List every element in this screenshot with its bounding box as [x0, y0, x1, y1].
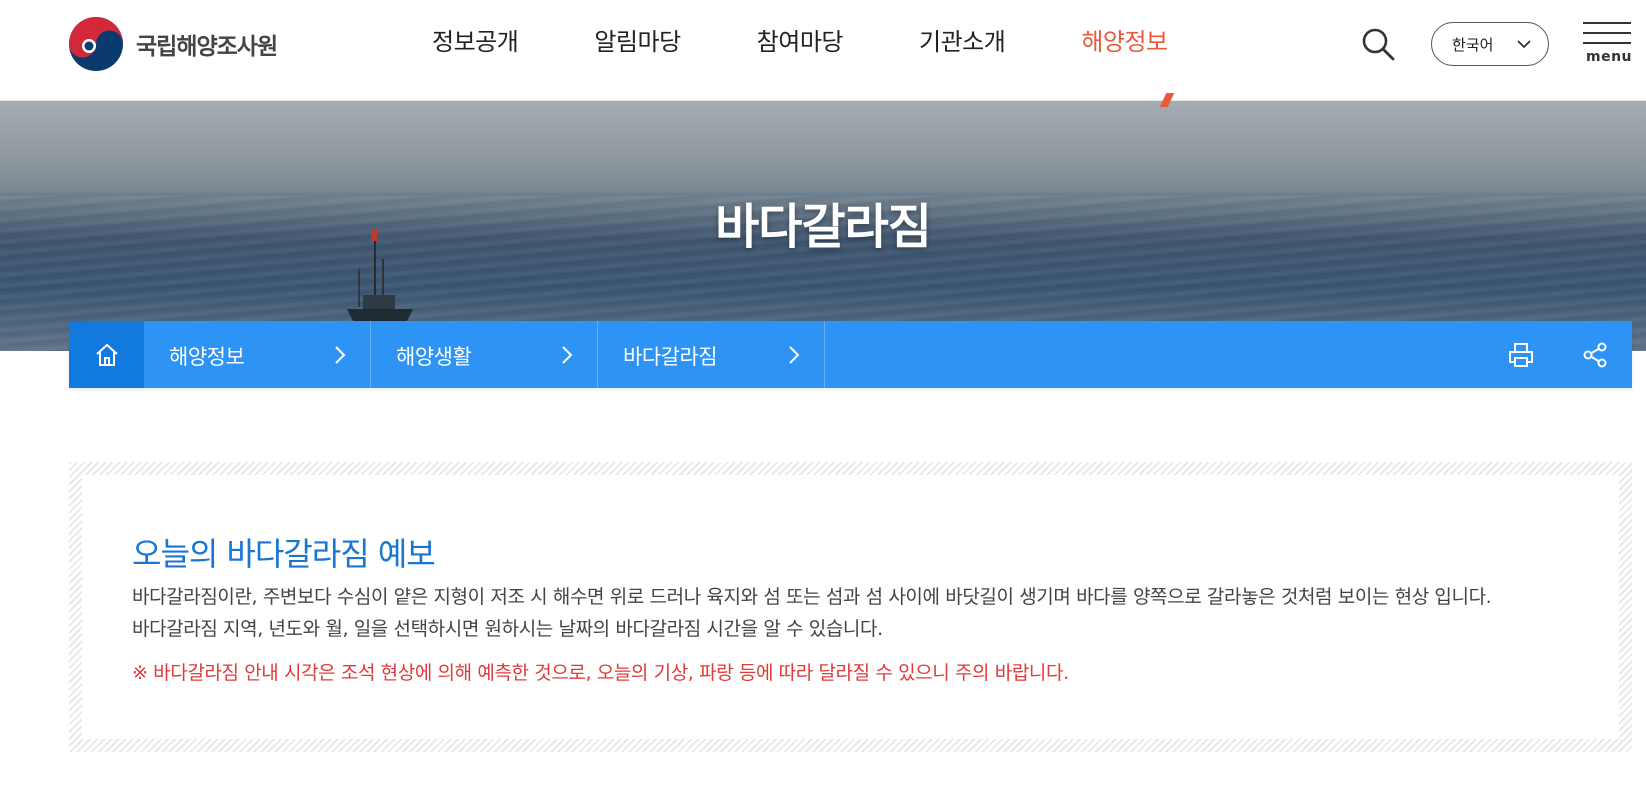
- chevron-down-icon: [1517, 40, 1531, 49]
- home-icon: [95, 343, 118, 366]
- hero-sky: [0, 101, 1646, 191]
- share-button[interactable]: [1558, 321, 1632, 388]
- share-icon: [1583, 342, 1607, 367]
- nav-item-participation[interactable]: 참여마당: [757, 22, 844, 57]
- breadcrumb: 해양정보 해양생활 바다갈라짐: [69, 321, 1632, 388]
- nav-item-info-disclosure[interactable]: 정보공개: [432, 22, 519, 57]
- hamburger-line: [1583, 22, 1631, 24]
- forecast-description-line: 바다갈라짐이란, 주변보다 수심이 얕은 지형이 저조 시 해수면 위로 드러나…: [132, 586, 1492, 608]
- page-title: 바다갈라짐: [715, 199, 932, 255]
- breadcrumb-label: 해양생활: [396, 345, 472, 369]
- page-tools: [1484, 321, 1632, 388]
- forecast-description: 바다갈라짐이란, 주변보다 수심이 얕은 지형이 저조 시 해수면 위로 드러나…: [132, 581, 1582, 645]
- breadcrumb-item-ocean-life[interactable]: 해양생활: [371, 321, 598, 388]
- chevron-right-icon: [335, 346, 346, 364]
- nav-item-about[interactable]: 기관소개: [919, 22, 1006, 57]
- print-icon: [1509, 342, 1533, 367]
- breadcrumb-home[interactable]: [69, 321, 144, 388]
- taegeuk-logo-icon: [69, 17, 123, 71]
- hero-banner: 바다갈라짐: [0, 101, 1646, 351]
- site-logo[interactable]: 국립해양조사원: [68, 16, 278, 72]
- forecast-title: 오늘의 바다갈라짐 예보: [132, 535, 436, 573]
- breadcrumb-label: 해양정보: [169, 345, 245, 369]
- hamburger-line: [1583, 42, 1631, 44]
- site-header: 국립해양조사원 정보공개 알림마당 참여마당 기관소개 해양정보 한국어 men…: [0, 0, 1646, 101]
- forecast-warning: ※ 바다갈라짐 안내 시각은 조석 현상에 의해 예측한 것으로, 오늘의 기상…: [132, 662, 1069, 684]
- forecast-box: 오늘의 바다갈라짐 예보 바다갈라짐이란, 주변보다 수심이 얕은 지형이 저조…: [69, 462, 1632, 752]
- language-select[interactable]: 한국어: [1431, 22, 1549, 66]
- breadcrumb-item-ocean-info[interactable]: 해양정보: [144, 321, 371, 388]
- breadcrumb-label: 바다갈라짐: [623, 345, 718, 369]
- hamburger-line: [1583, 32, 1631, 34]
- language-label: 한국어: [1452, 35, 1494, 54]
- breadcrumb-item-sea-parting[interactable]: 바다갈라짐: [598, 321, 825, 388]
- print-button[interactable]: [1484, 321, 1558, 388]
- chevron-right-icon: [562, 346, 573, 364]
- search-icon[interactable]: [1360, 26, 1396, 62]
- logo-text: 국립해양조사원: [136, 34, 278, 60]
- menu-button[interactable]: menu: [1583, 22, 1633, 68]
- forecast-content: 오늘의 바다갈라짐 예보 바다갈라짐이란, 주변보다 수심이 얕은 지형이 저조…: [82, 475, 1619, 739]
- main-nav: 정보공개 알림마당 참여마당 기관소개 해양정보: [432, 22, 1244, 57]
- nav-item-ocean-info[interactable]: 해양정보: [1081, 22, 1168, 57]
- nav-item-notices[interactable]: 알림마당: [594, 22, 681, 57]
- forecast-description-line: 바다갈라짐 지역, 년도와 월, 일을 선택하시면 원하시는 날짜의 바다갈라짐…: [132, 618, 883, 640]
- menu-label: menu: [1586, 49, 1633, 65]
- chevron-right-icon: [789, 346, 800, 364]
